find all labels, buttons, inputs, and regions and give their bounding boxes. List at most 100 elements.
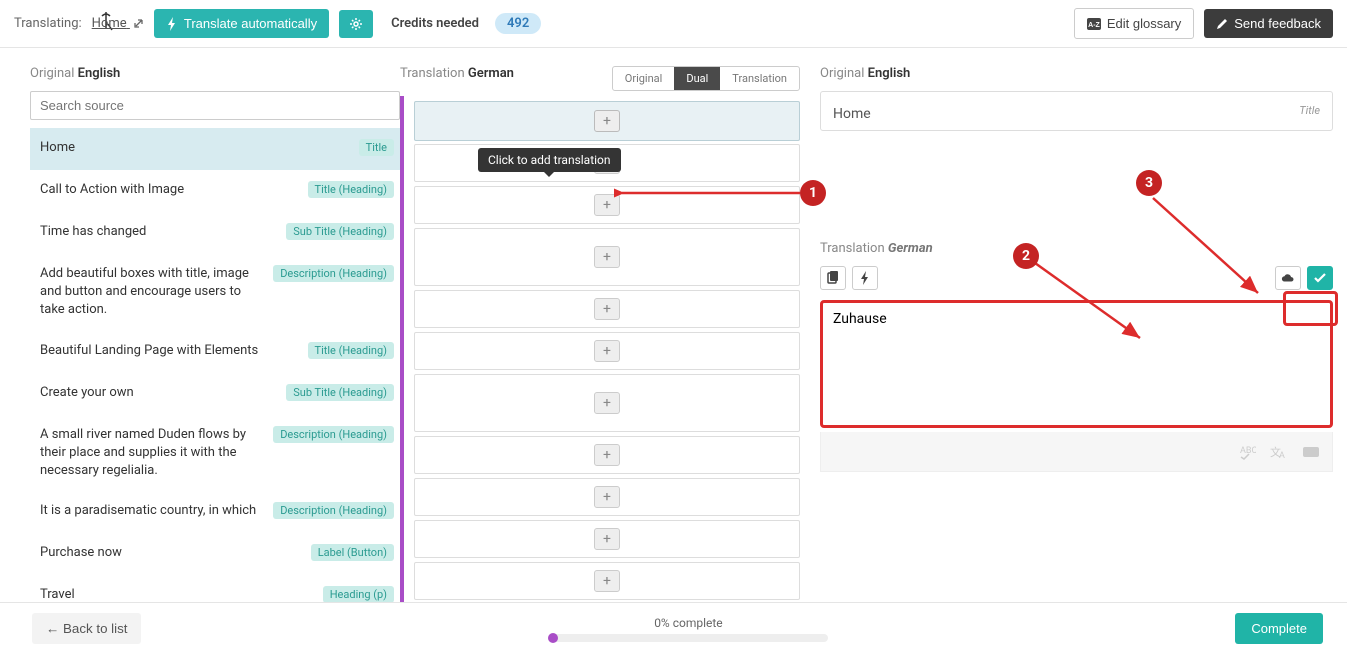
translate-auto-settings-button[interactable] — [339, 10, 373, 38]
translation-cell[interactable]: + — [414, 332, 800, 370]
translation-editor[interactable] — [820, 300, 1333, 428]
main-area: Original English HomeTitleCall to Action… — [0, 48, 1347, 603]
view-dual-tab[interactable]: Dual — [674, 67, 720, 90]
search-source-input[interactable] — [30, 91, 400, 120]
annotation-badge-2: 2 — [1013, 243, 1039, 269]
svg-text:A-Z: A-Z — [1088, 22, 1100, 29]
detail-column: Original English Title Home Translation … — [800, 48, 1333, 603]
translating-label: Translating: — [14, 16, 82, 31]
source-header: Original English — [30, 66, 400, 81]
add-translation-button[interactable]: + — [594, 392, 620, 414]
spellcheck-icon: ABC — [1238, 443, 1256, 461]
source-item[interactable]: Create your ownSub Title (Heading) — [30, 373, 400, 415]
translation-cell[interactable]: + — [414, 101, 800, 141]
editor-footer: ABC 文A — [820, 432, 1333, 472]
source-text: Call to Action with Image — [40, 181, 300, 199]
bolt-icon — [166, 17, 178, 31]
cloud-icon — [1281, 271, 1295, 285]
source-text: Time has changed — [40, 223, 278, 241]
source-text: Add beautiful boxes with title, image an… — [40, 265, 265, 320]
source-column: Original English Home Title Call to Action… — [30, 48, 400, 603]
page-name-link[interactable]: Home — [92, 16, 144, 31]
original-text: Home — [833, 106, 1320, 122]
glossary-icon: A-Z — [1087, 18, 1101, 30]
confirm-translation-button[interactable] — [1307, 266, 1333, 290]
back-to-list-button[interactable]: ← Back to list — [32, 613, 141, 644]
source-text: Home — [40, 139, 351, 157]
translation-cell[interactable]: + — [414, 228, 800, 286]
source-text: A small river named Duden flows by their… — [40, 426, 265, 481]
source-text: Create your own — [40, 384, 278, 402]
auto-translate-button[interactable] — [852, 266, 878, 290]
check-icon — [1313, 271, 1327, 285]
translation-cell-list: +++++++++++ — [400, 101, 800, 600]
progress-section: 0% complete — [141, 616, 1235, 642]
add-translation-button[interactable]: + — [594, 194, 620, 216]
add-translation-button[interactable]: + — [594, 246, 620, 268]
add-translation-button[interactable]: + — [594, 444, 620, 466]
source-tag: Description (Heading) — [273, 502, 394, 519]
original-tag: Title — [1299, 104, 1320, 117]
source-text: Beautiful Landing Page with Elements — [40, 342, 300, 360]
footer: ← Back to list 0% complete Complete — [0, 602, 1347, 654]
copy-icon — [826, 271, 840, 285]
progress-bar — [548, 634, 828, 642]
source-tag: Sub Title (Heading) — [286, 223, 394, 240]
add-translation-button[interactable]: + — [594, 340, 620, 362]
source-tag: Description (Heading) — [273, 265, 394, 282]
source-tag: Heading (p) — [323, 586, 394, 603]
pencil-icon — [1216, 18, 1228, 30]
translation-cell[interactable]: + — [414, 562, 800, 600]
cloud-save-button[interactable] — [1275, 266, 1301, 290]
active-indicator-bar — [400, 96, 404, 603]
send-feedback-button[interactable]: Send feedback — [1204, 9, 1333, 38]
translate-icon: 文A — [1270, 443, 1288, 461]
svg-text:A: A — [1279, 451, 1285, 461]
translation-header: Translation German — [400, 66, 514, 81]
source-item[interactable]: It is a paradisematic country, in which D… — [30, 491, 400, 533]
source-tag: Title (Heading) — [308, 181, 394, 198]
translation-toolbar — [820, 266, 1333, 290]
translation-cell[interactable]: + — [414, 520, 800, 558]
original-text-block: Title Home — [820, 91, 1333, 131]
progress-label: 0% complete — [141, 616, 1235, 630]
source-item[interactable]: Time has changed Sub Title (Heading) — [30, 212, 400, 254]
add-translation-button[interactable]: + — [594, 110, 620, 132]
translation-cell[interactable]: + — [414, 478, 800, 516]
tooltip-add-translation: Click to add translation — [478, 148, 621, 172]
source-item[interactable]: Call to Action with Image Title (Heading) — [30, 170, 400, 212]
source-tag: Title — [359, 139, 394, 156]
add-translation-button[interactable]: + — [594, 298, 620, 320]
translation-cell[interactable]: + — [414, 186, 800, 224]
translation-cell[interactable]: + — [414, 290, 800, 328]
source-tag: Description (Heading) — [273, 426, 394, 443]
add-translation-button[interactable]: + — [594, 528, 620, 550]
translation-cell[interactable]: + — [414, 436, 800, 474]
detail-translation-header: Translation German — [820, 241, 1333, 256]
add-translation-button[interactable]: + — [594, 570, 620, 592]
source-item[interactable]: Home Title — [30, 128, 400, 170]
detail-original-header: Original English — [820, 66, 1333, 81]
credits-value: 492 — [495, 13, 541, 34]
source-item[interactable]: A small river named Duden flows by their… — [30, 415, 400, 492]
copy-source-button[interactable] — [820, 266, 846, 290]
source-list: Home Title Call to Action with Image Title … — [30, 128, 400, 659]
source-tag: Title (Heading) — [308, 342, 394, 359]
view-original-tab[interactable]: Original — [613, 67, 675, 90]
source-item[interactable]: Add beautiful boxes with title, image an… — [30, 254, 400, 331]
complete-button[interactable]: Complete — [1235, 613, 1323, 644]
view-toggle: Original Dual Translation — [612, 66, 800, 91]
keyboard-icon — [1302, 443, 1320, 461]
bolt-icon — [858, 271, 872, 285]
annotation-badge-3: 3 — [1136, 170, 1162, 196]
translation-cell[interactable]: + — [414, 374, 800, 432]
source-item[interactable]: Purchase nowLabel (Button) — [30, 533, 400, 575]
edit-glossary-button[interactable]: A-Z Edit glossary — [1074, 8, 1194, 39]
view-translation-tab[interactable]: Translation — [720, 67, 799, 90]
add-translation-button[interactable]: + — [594, 486, 620, 508]
translate-auto-button[interactable]: Translate automatically — [154, 9, 329, 38]
source-tag: Label (Button) — [311, 544, 394, 561]
source-item[interactable]: Beautiful Landing Page with Elements Titl… — [30, 331, 400, 373]
external-link-icon — [133, 18, 144, 29]
source-text: It is a paradisematic country, in which — [40, 502, 265, 520]
